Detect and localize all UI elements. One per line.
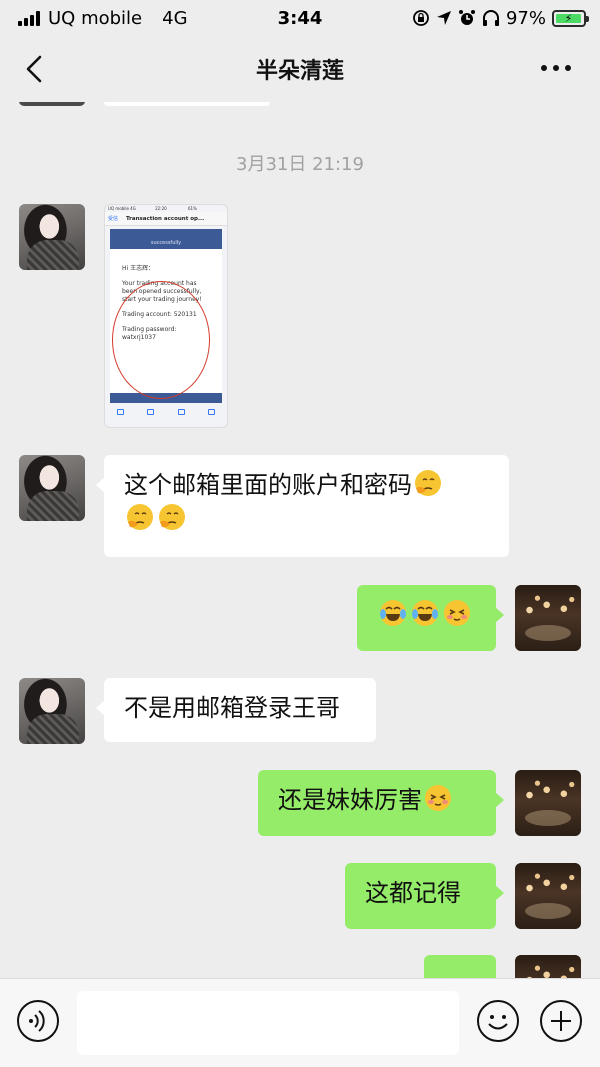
message-bubble-partial[interactable] (104, 102, 270, 106)
plus-icon[interactable] (539, 999, 583, 1043)
message-bubble-partial[interactable] (424, 955, 504, 978)
avatar-contact[interactable] (19, 455, 85, 521)
image-toolbar (105, 403, 227, 421)
message-bubble[interactable]: 不是用邮箱登录王哥 (96, 678, 376, 742)
rotation-lock-icon (413, 10, 429, 26)
input-bar (0, 978, 600, 1067)
thinking-face-emoji-icon (159, 504, 185, 530)
headphones-icon (482, 10, 499, 26)
battery-icon: ⚡ (552, 9, 589, 27)
chevron-left-icon[interactable] (20, 52, 52, 86)
message-text: 这都记得 (365, 879, 461, 907)
message-timestamp: 3月31日 21:19 (236, 154, 364, 175)
emoji-icon[interactable] (476, 999, 520, 1043)
location-icon (436, 11, 451, 25)
avatar-self[interactable] (515, 585, 581, 651)
more-dots-icon[interactable] (536, 56, 576, 80)
avatar[interactable] (19, 102, 85, 106)
message-bubble[interactable] (357, 585, 504, 651)
image-banner: successfully (110, 229, 222, 249)
alarm-icon (458, 10, 475, 25)
avatar-self[interactable] (515, 955, 581, 978)
message-bubble[interactable]: 这都记得 (345, 863, 504, 929)
status-left: UQ mobile 4G (18, 8, 188, 29)
tears-of-joy-emoji-icon (412, 600, 438, 626)
message-text: 这个邮箱里面的账户和密码 (124, 471, 412, 499)
nav-bar: 半朵清莲 (0, 36, 600, 102)
signal-icon (18, 10, 40, 26)
image-message[interactable]: UQ mobile 4G 22:20 61% 受信 Transaction ac… (104, 204, 228, 428)
blushing-emoji-icon (425, 785, 451, 811)
blushing-emoji-icon (444, 600, 470, 626)
status-bar: UQ mobile 4G 3:44 97% ⚡ (0, 0, 600, 36)
chat-title: 半朵清莲 (255, 59, 344, 84)
network-label: 4G (162, 7, 188, 29)
status-right: 97% ⚡ (412, 7, 589, 29)
battery-percent: 97% (505, 7, 546, 29)
image-status-bar: UQ mobile 4G 22:20 61% (108, 206, 197, 211)
tears-of-joy-emoji-icon (380, 600, 406, 626)
avatar-self[interactable] (515, 863, 581, 929)
thinking-face-emoji-icon (415, 470, 441, 496)
message-bubble[interactable]: 还是妹妹厉害 (258, 770, 504, 836)
red-circle-annotation (112, 281, 210, 399)
carrier-label: UQ mobile (48, 7, 143, 29)
avatar-self[interactable] (515, 770, 581, 836)
image-email-body: Hi 王志辉： Your trading account has been op… (110, 249, 222, 399)
thinking-face-emoji-icon (127, 504, 153, 530)
message-text: 不是用邮箱登录王哥 (124, 694, 340, 722)
message-bubble[interactable]: 这个邮箱里面的账户和密码 (96, 455, 509, 557)
image-nav: 受信 Transaction account op... (105, 212, 227, 226)
avatar-contact[interactable] (19, 678, 85, 744)
message-text: 还是妹妹厉害 (278, 786, 422, 814)
message-input[interactable] (77, 991, 459, 1055)
voice-icon[interactable] (16, 999, 60, 1043)
chat-area[interactable]: 3月31日 21:19 UQ mobile 4G 22:20 61% 受信 Tr… (0, 102, 600, 978)
avatar-contact[interactable] (19, 204, 85, 270)
